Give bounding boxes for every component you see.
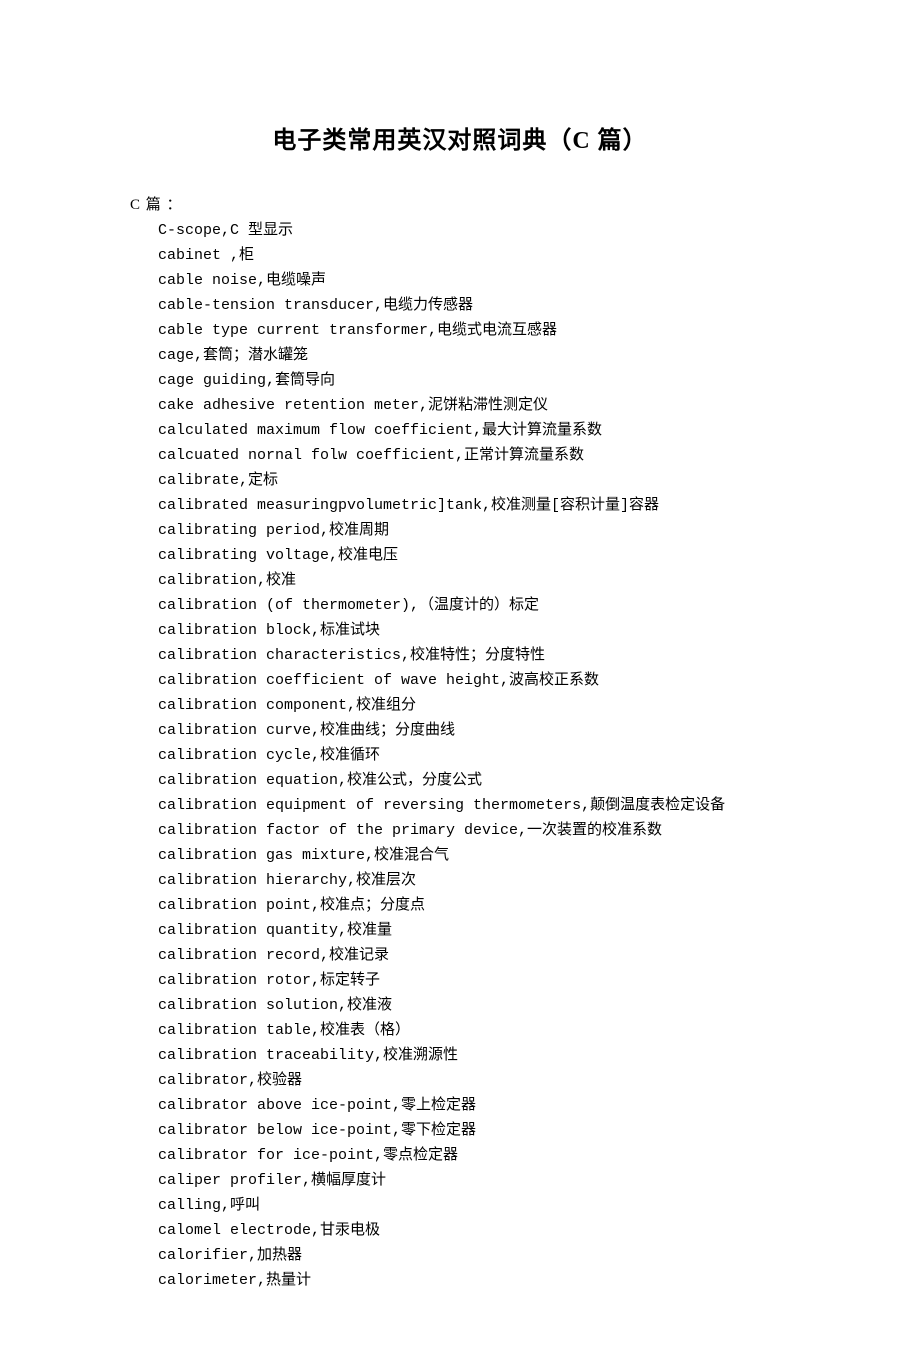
dictionary-entry: calibration equipment of reversing therm… (158, 793, 790, 818)
dictionary-entry: calibration (of thermometer),（温度计的）标定 (158, 593, 790, 618)
dictionary-entry: calling,呼叫 (158, 1193, 790, 1218)
dictionary-entry: caliper profiler,横幅厚度计 (158, 1168, 790, 1193)
dictionary-entry: calomel electrode,甘汞电极 (158, 1218, 790, 1243)
dictionary-entry: calorimeter,热量计 (158, 1268, 790, 1293)
dictionary-entry: cage guiding,套筒导向 (158, 368, 790, 393)
dictionary-entry: calibration component,校准组分 (158, 693, 790, 718)
section-header: C 篇 ： (130, 193, 790, 214)
dictionary-entry: calibrator for ice-point,零点检定器 (158, 1143, 790, 1168)
dictionary-entry: calibrator above ice-point,零上检定器 (158, 1093, 790, 1118)
dictionary-entry: calibrating voltage,校准电压 (158, 543, 790, 568)
dictionary-entry: calibration equation,校准公式，分度公式 (158, 768, 790, 793)
dictionary-entry: calibration record,校准记录 (158, 943, 790, 968)
dictionary-entry: calibration rotor,标定转子 (158, 968, 790, 993)
dictionary-entry: calibrator below ice-point,零下检定器 (158, 1118, 790, 1143)
dictionary-entry: calibrator,校验器 (158, 1068, 790, 1093)
dictionary-entry: calorifier,加热器 (158, 1243, 790, 1268)
page-title: 电子类常用英汉对照词典（C 篇） (130, 120, 790, 155)
dictionary-entry-list: C-scope,C 型显示cabinet ,柜cable noise,电缆噪声c… (130, 218, 790, 1293)
dictionary-entry: calibration hierarchy,校准层次 (158, 868, 790, 893)
dictionary-entry: calibration solution,校准液 (158, 993, 790, 1018)
dictionary-entry: calibration characteristics,校准特性；分度特性 (158, 643, 790, 668)
dictionary-entry: calibration curve,校准曲线；分度曲线 (158, 718, 790, 743)
dictionary-entry: calculated maximum flow coefficient,最大计算… (158, 418, 790, 443)
dictionary-entry: calibration,校准 (158, 568, 790, 593)
dictionary-entry: calibration gas mixture,校准混合气 (158, 843, 790, 868)
dictionary-entry: calibration cycle,校准循环 (158, 743, 790, 768)
dictionary-entry: C-scope,C 型显示 (158, 218, 790, 243)
dictionary-entry: calibrate,定标 (158, 468, 790, 493)
dictionary-entry: cage,套筒；潜水罐笼 (158, 343, 790, 368)
dictionary-entry: calibration table,校准表（格） (158, 1018, 790, 1043)
dictionary-entry: calibrating period,校准周期 (158, 518, 790, 543)
dictionary-entry: calibration coefficient of wave height,波… (158, 668, 790, 693)
dictionary-entry: cable type current transformer,电缆式电流互感器 (158, 318, 790, 343)
dictionary-entry: calibration traceability,校准溯源性 (158, 1043, 790, 1068)
dictionary-entry: cable noise,电缆噪声 (158, 268, 790, 293)
dictionary-entry: calibration block,标准试块 (158, 618, 790, 643)
dictionary-entry: calibrated measuringpvolumetric]tank,校准测… (158, 493, 790, 518)
dictionary-entry: calcuated nornal folw coefficient,正常计算流量… (158, 443, 790, 468)
dictionary-entry: cabinet ,柜 (158, 243, 790, 268)
dictionary-entry: calibration point,校准点；分度点 (158, 893, 790, 918)
dictionary-entry: cake adhesive retention meter,泥饼粘滞性测定仪 (158, 393, 790, 418)
dictionary-entry: cable-tension transducer,电缆力传感器 (158, 293, 790, 318)
dictionary-entry: calibration factor of the primary device… (158, 818, 790, 843)
dictionary-entry: calibration quantity,校准量 (158, 918, 790, 943)
